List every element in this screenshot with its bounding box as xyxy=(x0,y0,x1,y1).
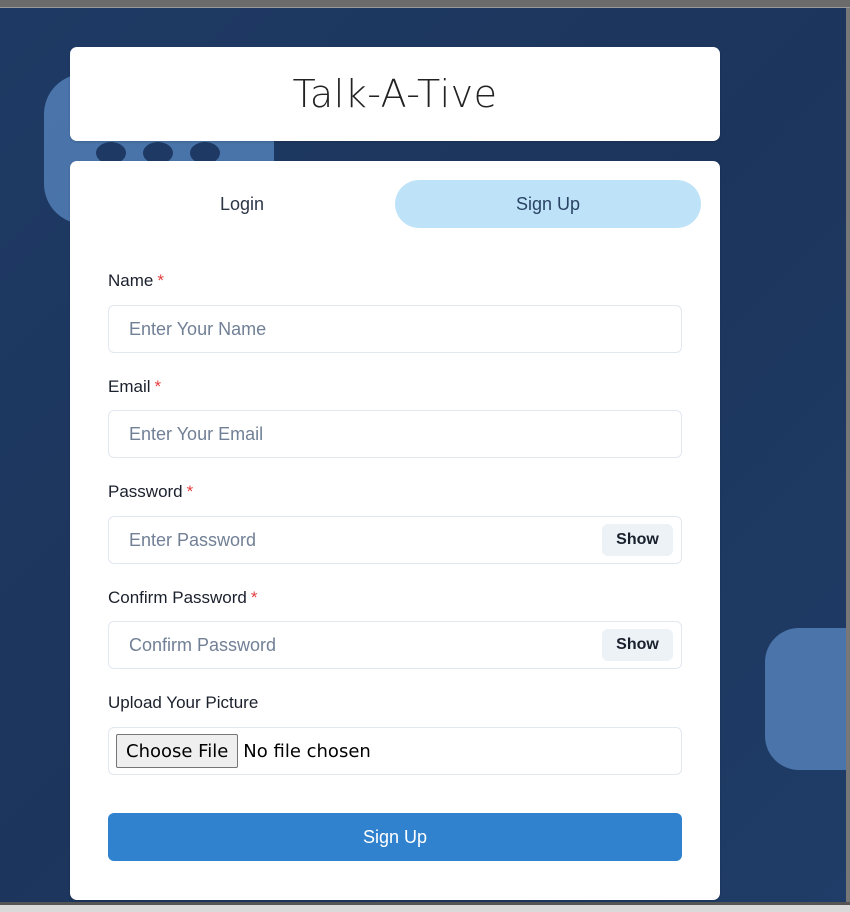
required-mark: * xyxy=(250,588,258,607)
sign-up-button[interactable]: Sign Up xyxy=(108,813,682,861)
chat-bubble-decoration xyxy=(765,628,850,770)
email-field xyxy=(108,410,682,458)
file-status: No file chosen xyxy=(243,740,371,762)
confirm-password-show-button[interactable]: Show xyxy=(602,629,673,661)
window-bottom-border xyxy=(0,902,850,912)
required-mark: * xyxy=(154,377,162,396)
email-input[interactable] xyxy=(109,411,681,457)
picture-file-field: Choose File No file chosen xyxy=(108,727,682,775)
password-field: Show xyxy=(108,516,682,564)
tab-sign-up[interactable]: Sign Up xyxy=(395,180,701,228)
picture-label: Upload Your Picture xyxy=(108,693,259,712)
title-card: Talk-A-Tive xyxy=(70,47,720,141)
window-top-border xyxy=(0,0,850,8)
password-show-button[interactable]: Show xyxy=(602,524,673,556)
tab-login[interactable]: Login xyxy=(89,180,395,228)
app-title: Talk-A-Tive xyxy=(292,72,498,116)
name-input[interactable] xyxy=(109,306,681,352)
confirm-password-field: Show xyxy=(108,621,682,669)
password-label: Password * xyxy=(108,482,194,501)
email-label: Email * xyxy=(108,377,162,396)
choose-file-button[interactable]: Choose File xyxy=(116,734,239,768)
name-field xyxy=(108,305,682,353)
password-input[interactable] xyxy=(109,517,681,563)
confirm-password-label: Confirm Password * xyxy=(108,588,258,607)
required-mark: * xyxy=(186,482,194,501)
window-right-border xyxy=(846,8,850,902)
name-label: Name * xyxy=(108,271,164,290)
required-mark: * xyxy=(157,271,164,290)
auth-card: Login Sign Up Name* Email* Password* Sho… xyxy=(70,161,720,900)
confirm-password-input[interactable] xyxy=(109,622,681,668)
auth-tabs: Login Sign Up xyxy=(89,180,701,228)
